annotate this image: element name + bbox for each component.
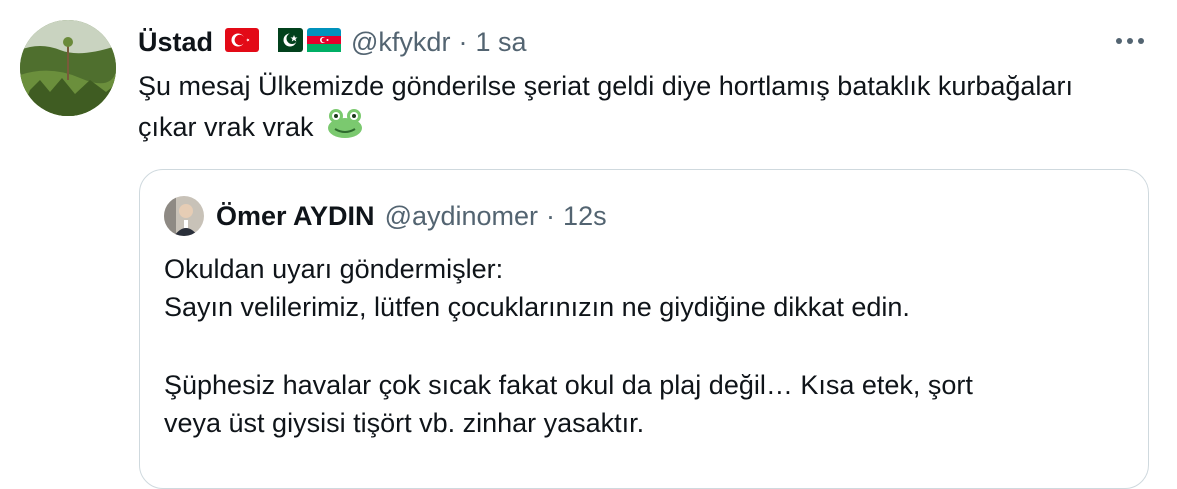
quoted-tweet-timestamp[interactable]: 12s — [563, 201, 607, 232]
author-name[interactable]: Üstad — [138, 27, 213, 58]
pakistan-flag-icon — [269, 27, 304, 57]
tweet-text: Şu mesaj Ülkemizde gönderilse şeriat gel… — [138, 66, 1098, 151]
quoted-tweet-header: Ömer AYDIN @aydinomer · 12s — [164, 196, 607, 236]
tweet-body: Şu mesaj Ülkemizde gönderilse şeriat gel… — [138, 71, 1073, 143]
azerbaijan-flag-icon — [307, 27, 342, 57]
author-handle[interactable]: @kfykdr — [351, 27, 450, 58]
more-icon-dot — [1127, 38, 1133, 44]
quoted-author-avatar[interactable] — [164, 196, 204, 236]
frog-icon — [327, 107, 363, 151]
separator-dot: · — [546, 200, 556, 231]
more-options-button[interactable] — [1105, 24, 1155, 58]
quoted-tweet-text: Okuldan uyarı göndermişler: Sayın velile… — [164, 250, 1124, 442]
turkey-flag-icon — [225, 27, 260, 57]
quoted-text-line: Sayın velilerimiz, lütfen çocuklarınızın… — [164, 292, 910, 322]
tweet-timestamp[interactable]: 1 sa — [475, 27, 526, 58]
quoted-text-line: Okuldan uyarı göndermişler: — [164, 254, 504, 284]
quoted-text-line: veya üst giysisi tişört vb. zinhar yasak… — [164, 408, 645, 438]
tweet-header: Üstad @kfykdr · 1 sa — [138, 24, 526, 60]
author-avatar[interactable] — [20, 20, 116, 116]
separator-dot: · — [458, 26, 468, 57]
quoted-tweet[interactable]: Ömer AYDIN @aydinomer · 12s Okuldan uyar… — [139, 169, 1149, 489]
quoted-text-line: Şüphesiz havalar çok sıcak fakat okul da… — [164, 370, 973, 400]
more-icon — [1116, 38, 1122, 44]
quoted-author-name[interactable]: Ömer AYDIN — [216, 201, 375, 232]
more-icon-dot — [1138, 38, 1144, 44]
quoted-author-handle[interactable]: @aydinomer — [385, 201, 538, 232]
